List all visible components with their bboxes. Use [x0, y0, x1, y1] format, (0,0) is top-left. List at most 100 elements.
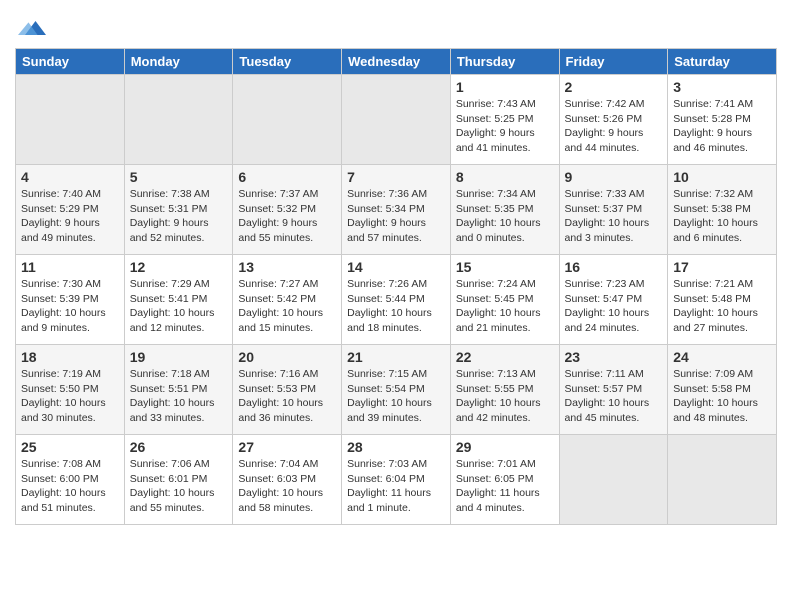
calendar-cell: 15 Sunrise: 7:24 AM Sunset: 5:45 PM Dayli… — [450, 255, 559, 345]
weekday-header: Saturday — [668, 49, 777, 75]
day-number: 28 — [347, 439, 445, 455]
day-info: Sunrise: 7:30 AM Sunset: 5:39 PM Dayligh… — [21, 277, 119, 336]
day-info: Sunrise: 7:03 AM Sunset: 6:04 PM Dayligh… — [347, 457, 445, 516]
day-number: 21 — [347, 349, 445, 365]
calendar-cell: 16 Sunrise: 7:23 AM Sunset: 5:47 PM Dayli… — [559, 255, 668, 345]
day-number: 7 — [347, 169, 445, 185]
weekday-header: Tuesday — [233, 49, 342, 75]
calendar-cell: 29 Sunrise: 7:01 AM Sunset: 6:05 PM Dayli… — [450, 435, 559, 525]
calendar-cell: 17 Sunrise: 7:21 AM Sunset: 5:48 PM Dayli… — [668, 255, 777, 345]
day-info: Sunrise: 7:41 AM Sunset: 5:28 PM Dayligh… — [673, 97, 771, 156]
calendar-cell: 18 Sunrise: 7:19 AM Sunset: 5:50 PM Dayli… — [16, 345, 125, 435]
weekday-header: Friday — [559, 49, 668, 75]
calendar-cell — [233, 75, 342, 165]
header — [15, 10, 777, 42]
day-info: Sunrise: 7:16 AM Sunset: 5:53 PM Dayligh… — [238, 367, 336, 426]
weekday-header: Monday — [124, 49, 233, 75]
logo-icon — [18, 14, 46, 42]
day-info: Sunrise: 7:06 AM Sunset: 6:01 PM Dayligh… — [130, 457, 228, 516]
day-number: 16 — [565, 259, 663, 275]
calendar-cell: 14 Sunrise: 7:26 AM Sunset: 5:44 PM Dayli… — [342, 255, 451, 345]
calendar-cell: 6 Sunrise: 7:37 AM Sunset: 5:32 PM Daylig… — [233, 165, 342, 255]
day-info: Sunrise: 7:21 AM Sunset: 5:48 PM Dayligh… — [673, 277, 771, 336]
logo — [15, 18, 46, 42]
day-number: 12 — [130, 259, 228, 275]
day-number: 9 — [565, 169, 663, 185]
day-number: 19 — [130, 349, 228, 365]
day-info: Sunrise: 7:11 AM Sunset: 5:57 PM Dayligh… — [565, 367, 663, 426]
day-info: Sunrise: 7:42 AM Sunset: 5:26 PM Dayligh… — [565, 97, 663, 156]
day-number: 18 — [21, 349, 119, 365]
day-number: 23 — [565, 349, 663, 365]
calendar-row: 25Sunrise: 7:08 AM Sunset: 6:00 PM Dayli… — [16, 435, 777, 525]
day-info: Sunrise: 7:38 AM Sunset: 5:31 PM Dayligh… — [130, 187, 228, 246]
calendar-row: 1Sunrise: 7:43 AM Sunset: 5:25 PM Daylig… — [16, 75, 777, 165]
header-row: SundayMondayTuesdayWednesdayThursdayFrid… — [16, 49, 777, 75]
calendar-cell: 20 Sunrise: 7:16 AM Sunset: 5:53 PM Dayli… — [233, 345, 342, 435]
calendar-cell: 26 Sunrise: 7:06 AM Sunset: 6:01 PM Dayli… — [124, 435, 233, 525]
day-number: 26 — [130, 439, 228, 455]
calendar-cell: 19 Sunrise: 7:18 AM Sunset: 5:51 PM Dayli… — [124, 345, 233, 435]
calendar-cell: 27Sunrise: 7:04 AM Sunset: 6:03 PM Dayli… — [233, 435, 342, 525]
day-number: 22 — [456, 349, 554, 365]
day-info: Sunrise: 7:29 AM Sunset: 5:41 PM Dayligh… — [130, 277, 228, 336]
day-number: 2 — [565, 79, 663, 95]
calendar-cell: 13 Sunrise: 7:27 AM Sunset: 5:42 PM Dayli… — [233, 255, 342, 345]
day-info: Sunrise: 7:43 AM Sunset: 5:25 PM Dayligh… — [456, 97, 554, 156]
day-number: 14 — [347, 259, 445, 275]
day-info: Sunrise: 7:24 AM Sunset: 5:45 PM Dayligh… — [456, 277, 554, 336]
day-info: Sunrise: 7:33 AM Sunset: 5:37 PM Dayligh… — [565, 187, 663, 246]
day-info: Sunrise: 7:36 AM Sunset: 5:34 PM Dayligh… — [347, 187, 445, 246]
day-number: 8 — [456, 169, 554, 185]
weekday-header: Sunday — [16, 49, 125, 75]
day-info: Sunrise: 7:34 AM Sunset: 5:35 PM Dayligh… — [456, 187, 554, 246]
day-number: 6 — [238, 169, 336, 185]
day-number: 3 — [673, 79, 771, 95]
calendar-table: SundayMondayTuesdayWednesdayThursdayFrid… — [15, 48, 777, 525]
calendar-cell: 9 Sunrise: 7:33 AM Sunset: 5:37 PM Daylig… — [559, 165, 668, 255]
day-info: Sunrise: 7:37 AM Sunset: 5:32 PM Dayligh… — [238, 187, 336, 246]
calendar-row: 4 Sunrise: 7:40 AM Sunset: 5:29 PM Daylig… — [16, 165, 777, 255]
calendar-row: 11 Sunrise: 7:30 AM Sunset: 5:39 PM Dayli… — [16, 255, 777, 345]
calendar-cell: 25Sunrise: 7:08 AM Sunset: 6:00 PM Dayli… — [16, 435, 125, 525]
calendar-cell: 24Sunrise: 7:09 AM Sunset: 5:58 PM Dayli… — [668, 345, 777, 435]
day-number: 20 — [238, 349, 336, 365]
calendar-cell: 1Sunrise: 7:43 AM Sunset: 5:25 PM Daylig… — [450, 75, 559, 165]
calendar-cell: 7 Sunrise: 7:36 AM Sunset: 5:34 PM Daylig… — [342, 165, 451, 255]
calendar-cell: 28 Sunrise: 7:03 AM Sunset: 6:04 PM Dayli… — [342, 435, 451, 525]
day-number: 5 — [130, 169, 228, 185]
day-info: Sunrise: 7:01 AM Sunset: 6:05 PM Dayligh… — [456, 457, 554, 516]
calendar-cell: 2 Sunrise: 7:42 AM Sunset: 5:26 PM Daylig… — [559, 75, 668, 165]
day-info: Sunrise: 7:09 AM Sunset: 5:58 PM Dayligh… — [673, 367, 771, 426]
calendar-cell: 5 Sunrise: 7:38 AM Sunset: 5:31 PM Daylig… — [124, 165, 233, 255]
calendar-cell: 10 Sunrise: 7:32 AM Sunset: 5:38 PM Dayli… — [668, 165, 777, 255]
day-info: Sunrise: 7:32 AM Sunset: 5:38 PM Dayligh… — [673, 187, 771, 246]
day-info: Sunrise: 7:26 AM Sunset: 5:44 PM Dayligh… — [347, 277, 445, 336]
calendar-cell: 3 Sunrise: 7:41 AM Sunset: 5:28 PM Daylig… — [668, 75, 777, 165]
weekday-header: Wednesday — [342, 49, 451, 75]
calendar-cell: 4 Sunrise: 7:40 AM Sunset: 5:29 PM Daylig… — [16, 165, 125, 255]
day-number: 11 — [21, 259, 119, 275]
calendar-cell: 21 Sunrise: 7:15 AM Sunset: 5:54 PM Dayli… — [342, 345, 451, 435]
day-info: Sunrise: 7:40 AM Sunset: 5:29 PM Dayligh… — [21, 187, 119, 246]
day-info: Sunrise: 7:18 AM Sunset: 5:51 PM Dayligh… — [130, 367, 228, 426]
calendar-cell: 12 Sunrise: 7:29 AM Sunset: 5:41 PM Dayli… — [124, 255, 233, 345]
calendar-cell: 8 Sunrise: 7:34 AM Sunset: 5:35 PM Daylig… — [450, 165, 559, 255]
day-info: Sunrise: 7:27 AM Sunset: 5:42 PM Dayligh… — [238, 277, 336, 336]
calendar-cell — [668, 435, 777, 525]
day-number: 17 — [673, 259, 771, 275]
day-info: Sunrise: 7:15 AM Sunset: 5:54 PM Dayligh… — [347, 367, 445, 426]
day-info: Sunrise: 7:19 AM Sunset: 5:50 PM Dayligh… — [21, 367, 119, 426]
day-number: 10 — [673, 169, 771, 185]
day-info: Sunrise: 7:23 AM Sunset: 5:47 PM Dayligh… — [565, 277, 663, 336]
calendar-cell: 22 Sunrise: 7:13 AM Sunset: 5:55 PM Dayli… — [450, 345, 559, 435]
day-number: 15 — [456, 259, 554, 275]
day-number: 29 — [456, 439, 554, 455]
day-info: Sunrise: 7:13 AM Sunset: 5:55 PM Dayligh… — [456, 367, 554, 426]
calendar-cell — [342, 75, 451, 165]
day-number: 13 — [238, 259, 336, 275]
day-number: 25 — [21, 439, 119, 455]
weekday-header: Thursday — [450, 49, 559, 75]
calendar-cell: 23 Sunrise: 7:11 AM Sunset: 5:57 PM Dayli… — [559, 345, 668, 435]
day-number: 4 — [21, 169, 119, 185]
